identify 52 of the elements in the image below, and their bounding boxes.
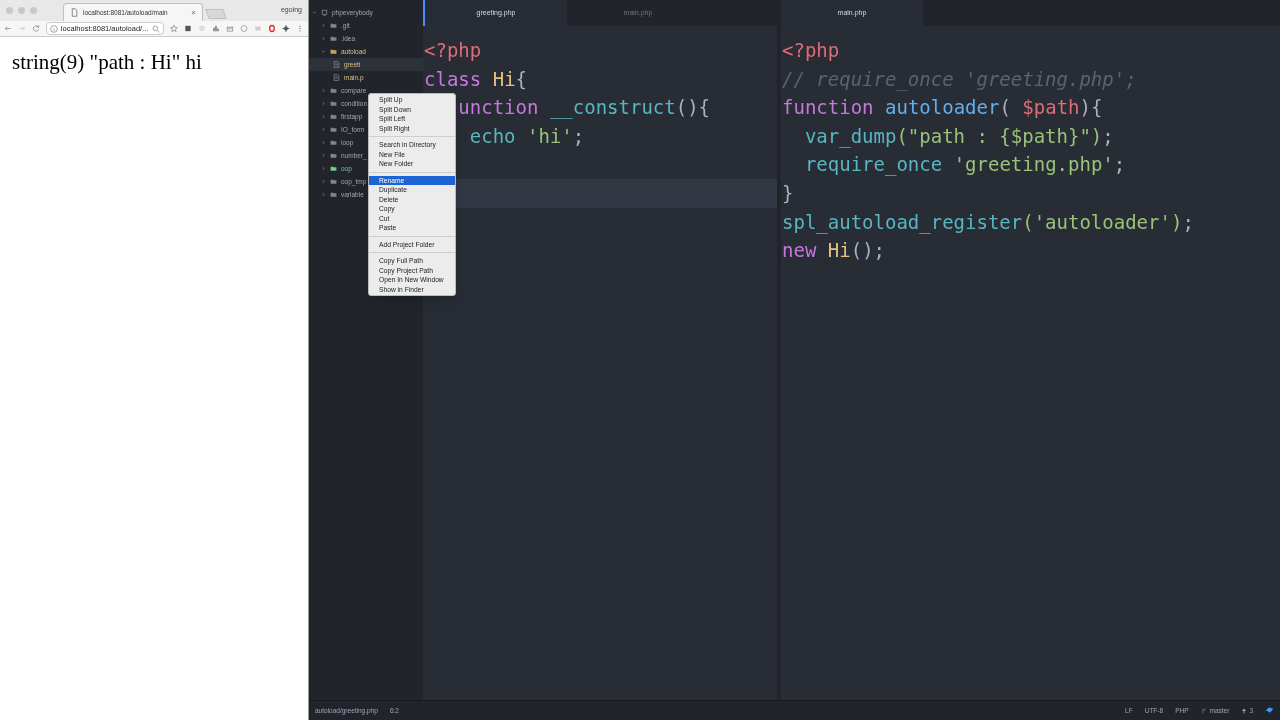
star-icon bbox=[170, 24, 179, 33]
code-token: unction bbox=[457, 95, 539, 121]
page-icon bbox=[70, 8, 79, 17]
reload-icon bbox=[31, 24, 40, 33]
code-token: (){ bbox=[675, 95, 711, 121]
bird-icon bbox=[1265, 706, 1274, 715]
code-token: 'greeting.php' bbox=[953, 152, 1114, 178]
code-token: require_once bbox=[803, 152, 943, 178]
code-token: ; bbox=[1113, 152, 1126, 178]
code-token: // require_once 'greeting.php'; bbox=[782, 66, 1137, 93]
branch-icon bbox=[1200, 707, 1207, 714]
repo-icon bbox=[321, 9, 328, 16]
chart-icon bbox=[212, 24, 221, 33]
page-output-text: string(9) "path : Hi" hi bbox=[12, 49, 203, 76]
code-token: autoloader bbox=[885, 95, 1000, 121]
code-token: ; bbox=[1182, 209, 1194, 235]
code-token: new bbox=[782, 238, 817, 264]
code-token: Hi bbox=[827, 238, 851, 264]
code-token: } bbox=[782, 180, 794, 206]
square-icon bbox=[184, 24, 193, 33]
code-token: ( bbox=[999, 95, 1011, 121]
envelope-icon bbox=[226, 24, 235, 33]
ring-icon bbox=[268, 24, 276, 33]
code-token: __construct bbox=[549, 95, 676, 121]
code-token: <?php bbox=[782, 38, 840, 63]
code-token: ("path : {$path}") bbox=[896, 123, 1103, 149]
code-token: var_dump bbox=[803, 123, 897, 150]
code-token: spl_autoload_register bbox=[782, 209, 1023, 236]
code-token: $path bbox=[1022, 95, 1080, 121]
code-token: Hi bbox=[492, 66, 516, 92]
code-token: class bbox=[424, 66, 482, 92]
code-token: ; bbox=[1102, 123, 1114, 149]
new-tab-button[interactable] bbox=[205, 8, 227, 19]
code-token: (); bbox=[850, 238, 886, 264]
back-icon bbox=[4, 24, 12, 33]
code-token: ){ bbox=[1079, 95, 1103, 121]
code-token: 'hi' bbox=[527, 123, 573, 149]
arrow-up-icon bbox=[1241, 707, 1248, 714]
zoom-icon bbox=[152, 24, 161, 33]
code-token: ; bbox=[572, 123, 585, 149]
file-icon bbox=[333, 74, 340, 81]
close-icon[interactable]: × bbox=[191, 6, 196, 19]
circle-icon bbox=[198, 24, 207, 33]
code-token: { bbox=[515, 66, 528, 92]
file-icon bbox=[333, 61, 340, 68]
circle-icon bbox=[240, 24, 249, 33]
forward-icon bbox=[17, 24, 26, 33]
code-token: function bbox=[782, 95, 874, 121]
code-token: <?php bbox=[424, 38, 482, 63]
code-token: ('autoloader') bbox=[1022, 209, 1183, 235]
info-icon bbox=[49, 24, 58, 33]
settings-icon bbox=[282, 24, 290, 33]
